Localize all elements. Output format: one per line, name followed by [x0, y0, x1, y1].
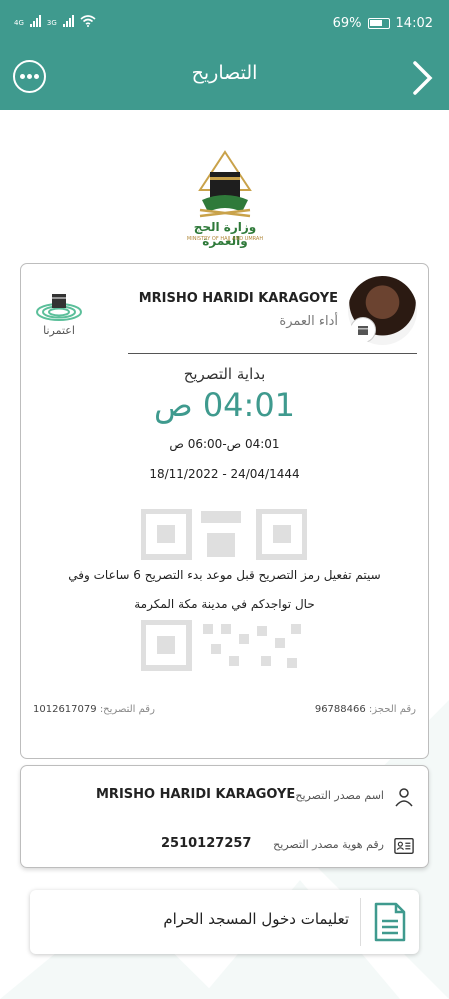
signal-icon: [62, 15, 74, 27]
source-name-value: MRISHO HARIDI KARAGOYE: [96, 787, 296, 802]
status-right: 69% 14:02: [333, 16, 433, 31]
clock: 14:02: [395, 16, 433, 31]
network-label-1: 4G: [14, 19, 24, 27]
permit-value: 1012617079: [33, 704, 97, 715]
booking-number: رقم الحجز: 96788466: [315, 704, 416, 715]
wifi-icon: [80, 15, 96, 27]
source-id-label: رقم هوية مصدر التصريح: [273, 838, 384, 851]
qr-placeholder-icon: [141, 620, 301, 671]
source-name-row: اسم مصدر التصريح MRISHO HARIDI KARAGOYE: [21, 783, 428, 813]
permit-holder-name: MRISHO HARIDI KARAGOYE: [138, 291, 338, 306]
user-icon: [395, 788, 413, 807]
ministry-logo: وزارة الحج والعمرة MINISTRY OF HAJJ AND …: [170, 150, 280, 248]
ministry-name-ar: وزارة الحج والعمرة: [193, 220, 257, 248]
permit-type: أداء العمرة: [279, 314, 338, 329]
network-label-2: 3G: [46, 19, 57, 27]
battery-percent: 69%: [332, 16, 362, 31]
time-range: 04:01 ص-06:00 ص: [169, 437, 280, 451]
battery-icon: [367, 18, 390, 29]
network-indicators: 4G 3G: [14, 15, 96, 27]
kaaba-waves-icon: [36, 294, 82, 321]
page-title: التصاريح: [191, 62, 258, 84]
permit-label: رقم التصريح:: [99, 704, 155, 715]
notice-line-2: حال تواجدكم في مدينة مكة المكرمة: [134, 597, 315, 611]
brand-label: اعتمرنا: [43, 324, 75, 337]
instructions-label: تعليمات دخول المسجد الحرام: [163, 910, 349, 928]
permit-dates: 18/11/2022 - 24/04/1444: [149, 467, 300, 481]
document-icon: [374, 902, 406, 942]
source-name-label: اسم مصدر التصريح: [295, 789, 384, 802]
divider: [128, 353, 417, 354]
start-label: بداية التصريح: [183, 365, 266, 383]
kaaba-logo-icon: [198, 150, 252, 218]
haram-entry-instructions-button[interactable]: تعليمات دخول المسجد الحرام: [30, 890, 419, 954]
chevron-right-icon[interactable]: [411, 60, 435, 96]
booking-label: رقم الحجز:: [368, 704, 416, 715]
brand-logo: اعتمرنا: [33, 284, 85, 340]
qr-placeholder-icon: [141, 509, 307, 560]
signal-icon: [29, 15, 41, 27]
booking-value: 96788466: [314, 704, 366, 715]
notice-line-1: سيتم تفعيل رمز التصريح قبل موعد بدء التص…: [68, 568, 381, 582]
ministry-name-en: MINISTRY OF HAJJ AND UMRAH: [186, 236, 264, 242]
permit-card: MRISHO HARIDI KARAGOYE أداء العمرة اعتمر…: [20, 263, 429, 759]
source-id-value: 2510127257: [161, 836, 252, 851]
id-card-icon: [394, 838, 414, 854]
activation-notice: سيتم تفعيل رمز التصريح قبل موعد بدء التص…: [51, 561, 398, 619]
avatar: [348, 276, 417, 345]
permit-source-card: اسم مصدر التصريح MRISHO HARIDI KARAGOYE …: [20, 765, 429, 868]
permit-number: رقم التصريح: 1012617079: [33, 704, 155, 715]
status-bar: 4G 3G 69% 14:02: [0, 0, 449, 46]
kaaba-badge-icon: [350, 317, 376, 343]
source-id-row: رقم هوية مصدر التصريح 2510127257: [21, 832, 428, 862]
app-bar: التصاريح: [0, 46, 449, 110]
separator: [360, 898, 361, 946]
start-time: 04:01 ص: [153, 386, 296, 424]
